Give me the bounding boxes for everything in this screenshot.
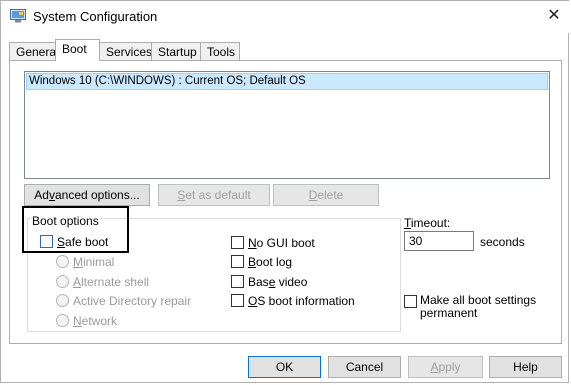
os-list-item[interactable]: Windows 10 (C:\WINDOWS) : Current OS; De… <box>26 73 548 90</box>
advanced-options-button[interactable]: Advanced options... <box>24 184 150 206</box>
tab-tools[interactable]: Tools <box>200 42 240 61</box>
set-as-default-button[interactable]: Set as default <box>158 184 270 206</box>
timeout-input[interactable]: 30 <box>404 231 474 251</box>
window-title: System Configuration <box>33 9 158 24</box>
checkbox-box[interactable] <box>231 255 244 268</box>
system-configuration-window: System Configuration ✕ General Boot Serv… <box>0 0 570 383</box>
base-video-checkbox[interactable]: Base video <box>231 275 307 290</box>
close-icon[interactable]: ✕ <box>538 1 570 31</box>
radio-active-directory-repair[interactable]: Active Directory repair <box>56 294 191 309</box>
radio-alternate-shell[interactable]: Alternate shell <box>56 275 149 290</box>
safe-boot-checkbox[interactable]: Safe boot <box>40 235 108 250</box>
timeout-label: Timeout: <box>404 216 451 230</box>
checkbox-box[interactable] <box>231 294 244 307</box>
radio-circle[interactable] <box>56 255 69 268</box>
radio-circle[interactable] <box>56 294 69 307</box>
cancel-button[interactable]: Cancel <box>328 356 401 378</box>
radio-circle[interactable] <box>56 314 69 327</box>
msconfig-app-icon <box>10 9 26 23</box>
radio-minimal[interactable]: Minimal <box>56 255 114 270</box>
os-list[interactable]: Windows 10 (C:\WINDOWS) : Current OS; De… <box>24 71 550 179</box>
radio-network[interactable]: Network <box>56 314 117 329</box>
tab-general[interactable]: General <box>9 42 59 61</box>
tab-boot[interactable]: Boot <box>55 39 100 61</box>
no-gui-boot-checkbox[interactable]: No GUI boot <box>231 236 315 251</box>
checkbox-box[interactable] <box>231 275 244 288</box>
radio-circle[interactable] <box>56 275 69 288</box>
tab-services[interactable]: Services <box>99 42 152 61</box>
ok-button[interactable]: OK <box>248 356 321 378</box>
os-boot-information-checkbox[interactable]: OS boot information <box>231 294 355 309</box>
checkbox-box[interactable] <box>231 236 244 249</box>
boot-log-checkbox[interactable]: Boot log <box>231 255 292 270</box>
checkbox-box[interactable] <box>40 235 53 248</box>
tab-startup[interactable]: Startup <box>151 42 201 61</box>
help-button[interactable]: Help <box>489 356 562 378</box>
checkbox-box[interactable] <box>404 295 417 308</box>
boot-tab-panel: Windows 10 (C:\WINDOWS) : Current OS; De… <box>9 60 562 344</box>
seconds-label: seconds <box>480 235 525 249</box>
apply-button[interactable]: Apply <box>408 356 483 378</box>
title-bar: System Configuration ✕ <box>1 1 570 33</box>
delete-button[interactable]: Delete <box>273 184 379 206</box>
